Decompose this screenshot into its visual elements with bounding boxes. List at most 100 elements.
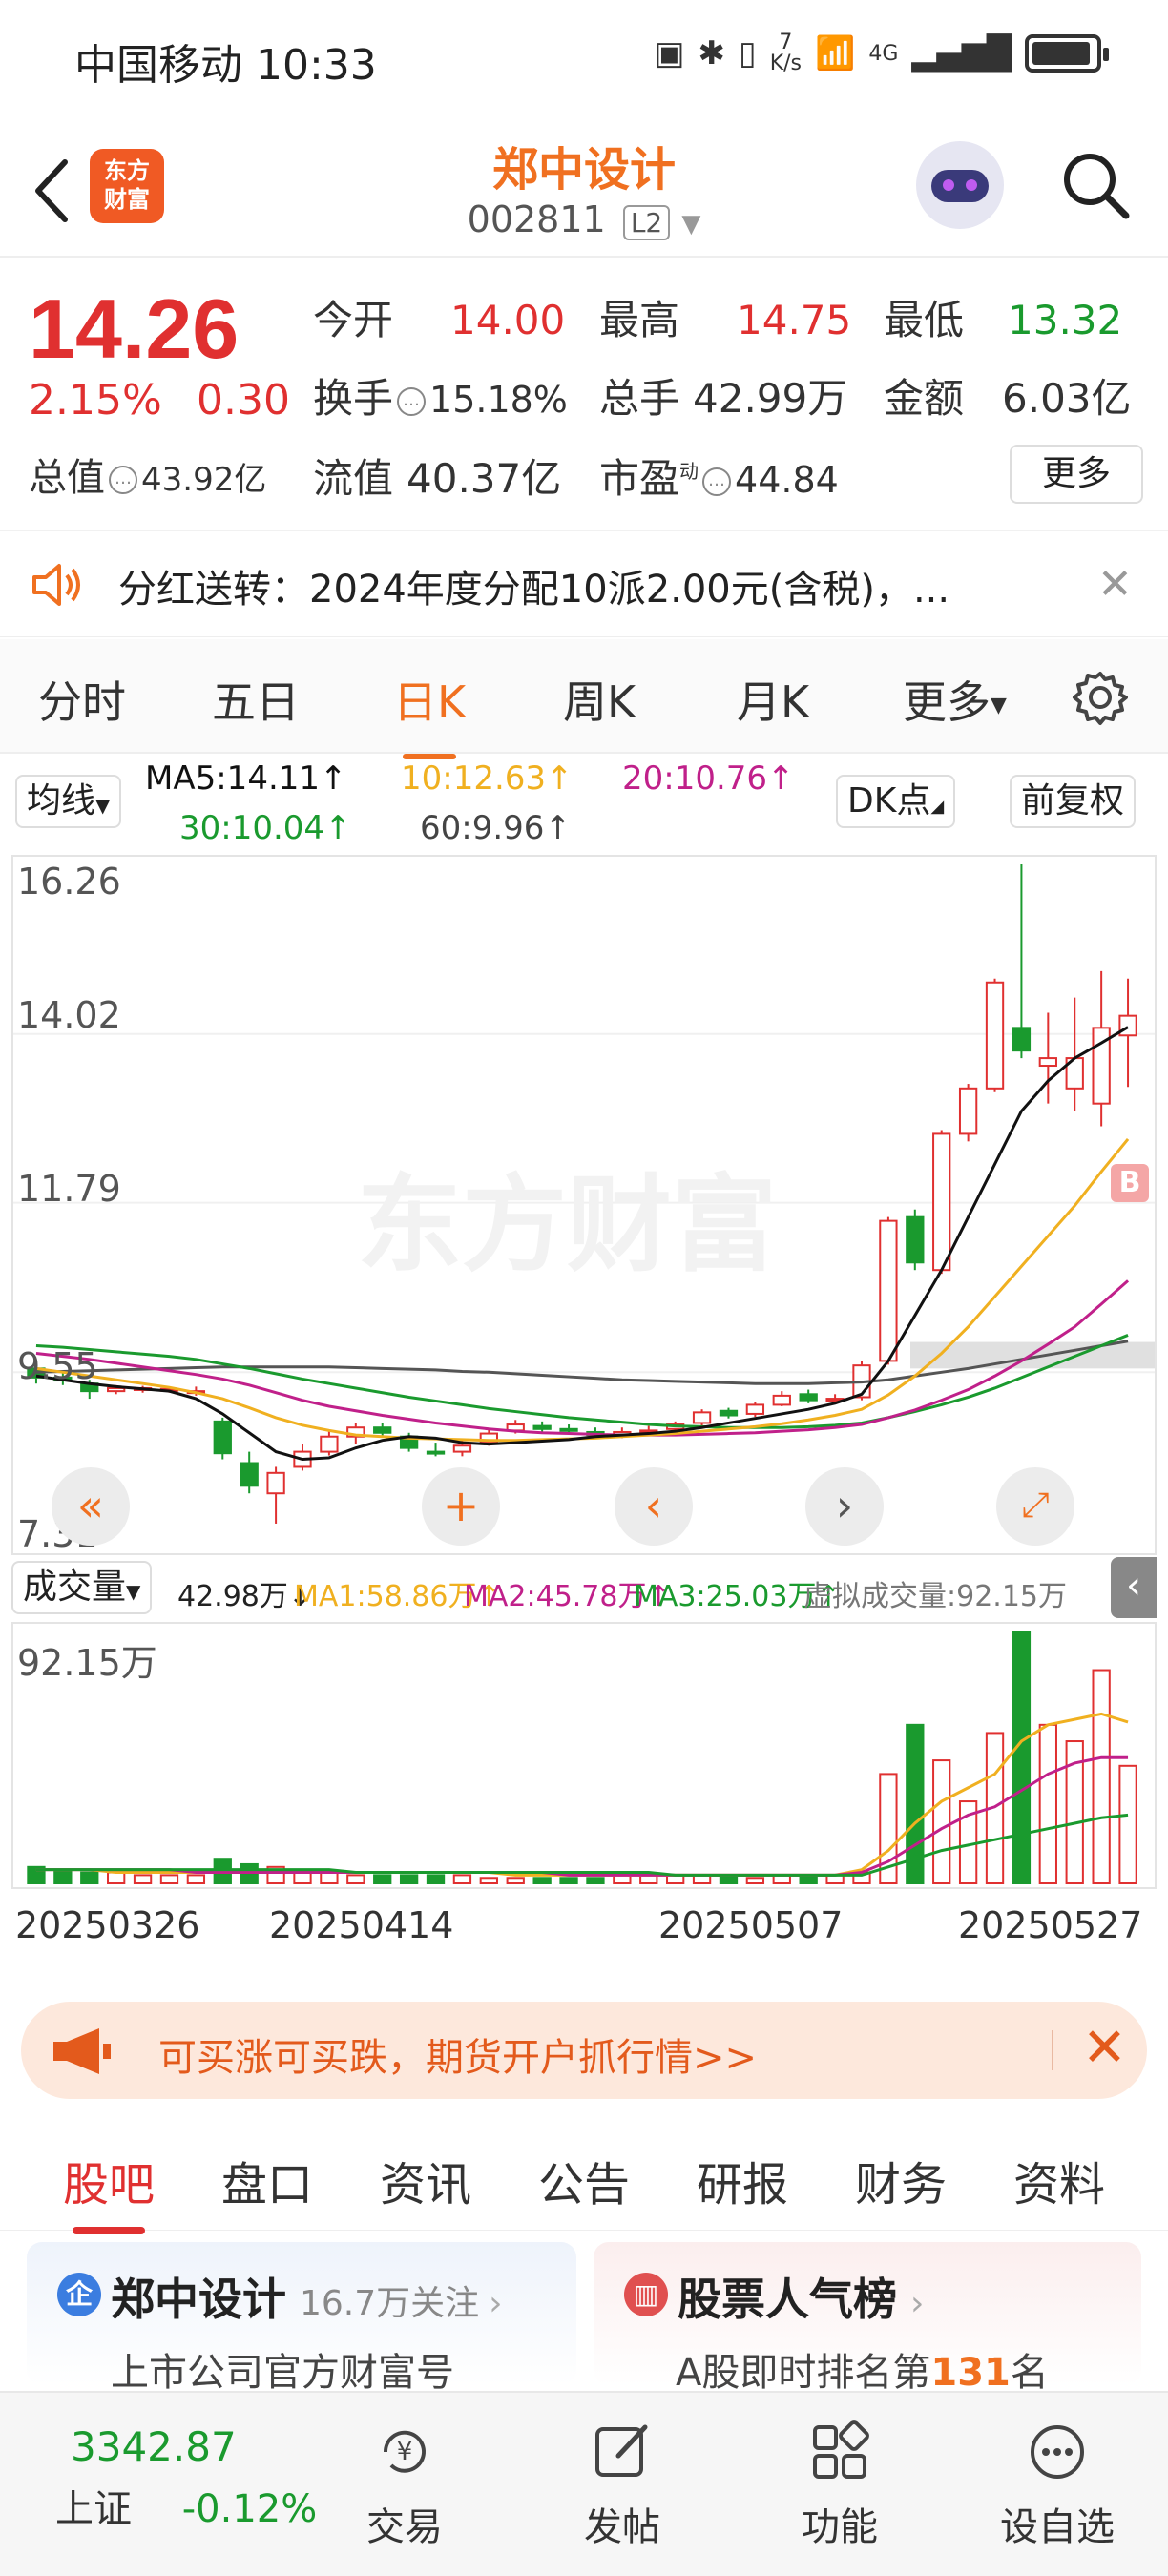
official-account-card[interactable]: 企 郑中设计 16.7万关注 › 上市公司官方财富号 (27, 2242, 576, 2395)
tab-finance[interactable]: 财务 (855, 2147, 947, 2213)
tab-pankou[interactable]: 盘口 (221, 2147, 313, 2213)
tab-more[interactable]: 更多▼ (903, 668, 1007, 731)
scroll-left-fast-icon[interactable]: « (52, 1467, 130, 1546)
tab-monthly-k[interactable]: 月K (737, 668, 809, 731)
low-field: 最低 13.32 (884, 288, 1122, 346)
volume-bar (53, 1868, 73, 1885)
vibrate-icon: ▯ (738, 34, 757, 73)
content-tabs: 股吧 盘口 资讯 公告 研报 财务 资料 (0, 2126, 1168, 2234)
volume-bar (159, 1874, 179, 1884)
adjust-button[interactable]: 前复权 (1010, 775, 1137, 828)
volume-value: 42.98万↓ (177, 1580, 313, 1613)
tab-profile[interactable]: 资料 (1013, 2147, 1105, 2213)
candle-body (559, 1427, 578, 1432)
speaker-icon (32, 564, 80, 606)
kline-chart[interactable]: 东方财富 16.26 14.02 11.79 9.55 7.31 B « + ‹… (11, 855, 1157, 1555)
more-quote-button[interactable]: 更多 (1010, 445, 1143, 504)
volume-bar (1038, 1723, 1057, 1884)
tab-news[interactable]: 资讯 (380, 2147, 471, 2213)
signal-4g: 4G (868, 41, 899, 66)
nav-trade[interactable]: ¥ 交易 (328, 2420, 481, 2551)
tab-research[interactable]: 研报 (697, 2147, 788, 2213)
volume-bar (532, 1877, 552, 1884)
follow-count: 16.7万关注 (300, 2284, 480, 2323)
tab-announcements[interactable]: 公告 (538, 2147, 630, 2213)
nav-trade-label: 交易 (366, 2505, 443, 2549)
net-speed-unit: K/s (769, 52, 803, 75)
chevron-right-icon: › (489, 2284, 503, 2323)
close-icon[interactable]: ✕ (1082, 2017, 1127, 2079)
ma60-value: 60:9.96↑ (420, 809, 572, 847)
zoom-in-icon[interactable]: + (422, 1467, 500, 1546)
robot-assistant-icon[interactable] (916, 141, 1004, 229)
official-account-title: 郑中设计 16.7万关注 › (111, 2265, 503, 2328)
volume-bar (133, 1874, 153, 1884)
nfc-icon: ▣ (654, 34, 685, 73)
candle-body (985, 981, 1005, 1090)
fullscreen-icon[interactable]: ⤢ (996, 1467, 1074, 1546)
nav-functions[interactable]: 功能 (763, 2420, 916, 2551)
volume-bar (293, 1871, 312, 1885)
info-icon[interactable]: … (702, 467, 732, 496)
ma20-value: 20:10.76↑ (622, 759, 795, 798)
volume-value: 42.99万 (693, 375, 848, 422)
tab-daily-k[interactable]: 日K (393, 668, 466, 759)
stock-code: 002811 (467, 198, 606, 240)
scroll-left-icon[interactable]: ‹ (615, 1467, 693, 1546)
candle-body (958, 1087, 978, 1135)
volume-bar (426, 1874, 446, 1884)
tab-weekly-k[interactable]: 周K (563, 668, 636, 731)
turnover-field: 换手… 15.18% (313, 366, 568, 425)
x-label: 20250527 (958, 1904, 1143, 1946)
low-label: 最低 (884, 297, 965, 343)
tab-intraday[interactable]: 分时 (38, 668, 126, 731)
popularity-card[interactable]: ▥ 股票人气榜 › A股即时排名第131名 (594, 2242, 1141, 2395)
nav-add-watchlist[interactable]: 设自选 (981, 2420, 1134, 2551)
volume-chart[interactable]: 92.15万 (11, 1622, 1157, 1889)
info-icon[interactable]: … (109, 466, 137, 494)
open-value: 14.00 (450, 297, 566, 343)
futures-promo-banner[interactable]: 可买涨可买跌，期货开户抓行情>> ✕ (21, 2002, 1147, 2099)
collapse-panel-icon[interactable]: ‹ (1111, 1557, 1157, 1618)
tab-five-day[interactable]: 五日 (212, 668, 300, 731)
volume-label: 总手 (599, 375, 680, 422)
info-icon[interactable]: … (397, 386, 427, 416)
market-cap: 总值… 43.92亿 (29, 447, 266, 502)
nav-post[interactable]: 发帖 (546, 2420, 699, 2551)
volume-selector[interactable]: 成交量▼ (11, 1561, 153, 1614)
nav-functions-label: 功能 (802, 2505, 878, 2549)
amount-field: 金额 6.03亿 (884, 366, 1132, 425)
tab-guba[interactable]: 股吧 (63, 2147, 155, 2234)
open-field: 今开 14.00 (313, 288, 565, 346)
volume-bar (373, 1874, 392, 1884)
volume-bar (1118, 1764, 1137, 1885)
y-label-4: 9.55 (17, 1345, 98, 1387)
volume-selector-label: 成交量 (23, 1568, 127, 1607)
volume-bar (80, 1871, 99, 1885)
pe-value: 44.84 (735, 459, 839, 501)
scroll-right-icon[interactable]: › (805, 1467, 884, 1546)
status-bar: 中国移动 10:33 ▣ ✱ ▯ 7 K/s 📶 4G ▂▄▆█ (0, 0, 1168, 114)
gear-icon[interactable] (1071, 668, 1130, 727)
dividend-notice[interactable]: 分红送转：2024年度分配10派2.00元(含税)，... ✕ (0, 530, 1168, 637)
candle-body (1038, 1057, 1057, 1068)
nav-add-watchlist-label: 设自选 (1000, 2505, 1115, 2549)
candle-body (266, 1471, 285, 1495)
volume-bar (107, 1871, 126, 1885)
candle-body (772, 1394, 791, 1406)
candle-body (1118, 1014, 1137, 1037)
ma-selector[interactable]: 均线▼ (15, 775, 122, 828)
search-icon[interactable] (1057, 147, 1134, 223)
candle-body (879, 1219, 898, 1362)
enterprise-icon: 企 (57, 2273, 101, 2316)
close-icon[interactable]: ✕ (1097, 560, 1133, 609)
bluetooth-icon: ✱ (698, 34, 725, 73)
wifi-icon: 📶 (815, 34, 856, 73)
ma10-value: 10:12.63↑ (401, 759, 574, 798)
dk-point-button[interactable]: DK点◢ (836, 775, 956, 828)
buy-marker[interactable]: B (1111, 1164, 1149, 1202)
index-ticker[interactable]: 3342.87 上证 -0.12% (55, 2423, 317, 2533)
caret-down-icon: ▼ (991, 694, 1007, 717)
caret-down-icon: ▼ (126, 1580, 141, 1603)
candle-body (799, 1393, 818, 1402)
